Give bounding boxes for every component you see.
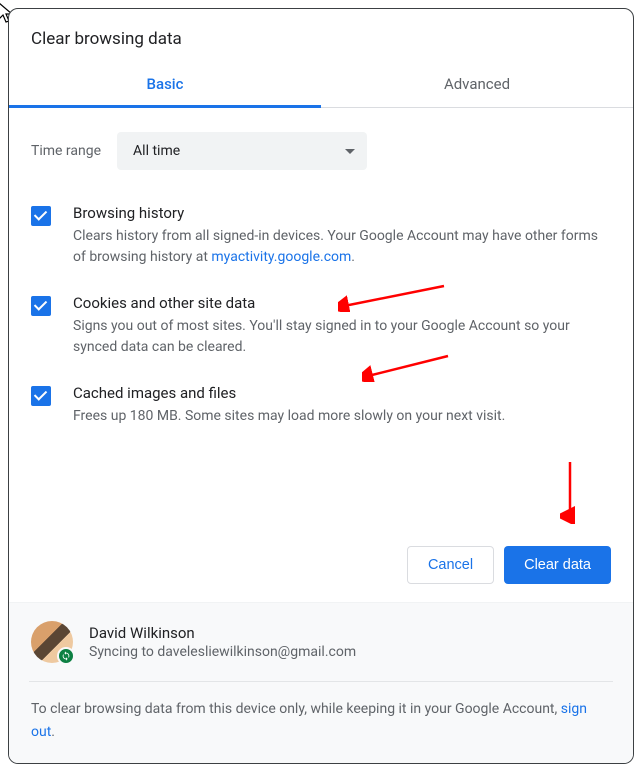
dialog-footer: David Wilkinson Syncing to davelesliewil… [9, 602, 633, 763]
time-range-value: All time [133, 143, 180, 159]
option-title: Browsing history [73, 204, 611, 222]
option-text: Cookies and other site data Signs you ou… [73, 294, 611, 358]
option-desc: Signs you out of most sites. You'll stay… [73, 316, 611, 358]
checkbox-cache[interactable] [31, 386, 51, 406]
footer-note-text: . [51, 724, 55, 740]
tab-strip: Basic Advanced [9, 63, 633, 108]
checkbox-cookies[interactable] [31, 296, 51, 316]
profile-section: David Wilkinson Syncing to davelesliewil… [29, 603, 613, 682]
checkbox-browsing-history[interactable] [31, 206, 51, 226]
profile-text: David Wilkinson Syncing to davelesliewil… [89, 624, 356, 660]
cancel-button[interactable]: Cancel [407, 546, 494, 584]
dialog-body: Time range All time Browsing history Cle… [9, 108, 633, 530]
sync-icon [57, 647, 75, 665]
footer-note-text: To clear browsing data from this device … [31, 701, 561, 717]
option-cache: Cached images and files Frees up 180 MB.… [31, 384, 611, 427]
time-range-row: Time range All time [31, 132, 611, 170]
tab-label: Advanced [444, 75, 510, 93]
tab-basic[interactable]: Basic [9, 63, 321, 107]
tab-advanced[interactable]: Advanced [321, 63, 633, 107]
chevron-down-icon [345, 149, 355, 154]
clear-data-button[interactable]: Clear data [504, 546, 611, 584]
dialog-title: Clear browsing data [9, 9, 633, 63]
option-cookies: Cookies and other site data Signs you ou… [31, 294, 611, 358]
time-range-label: Time range [31, 143, 101, 159]
option-title: Cached images and files [73, 384, 505, 402]
option-title: Cookies and other site data [73, 294, 611, 312]
myactivity-link[interactable]: myactivity.google.com [211, 249, 351, 265]
profile-sync-status: Syncing to davelesliewilkinson@gmail.com [89, 644, 356, 660]
clear-browsing-data-dialog: Clear browsing data Basic Advanced Time … [8, 8, 634, 764]
tab-label: Basic [147, 75, 184, 93]
time-range-select[interactable]: All time [117, 132, 367, 170]
profile-name: David Wilkinson [89, 624, 356, 642]
option-desc-text: . [351, 249, 355, 265]
button-row: Cancel Clear data [9, 530, 633, 602]
option-text: Browsing history Clears history from all… [73, 204, 611, 268]
avatar [31, 621, 73, 663]
option-desc: Frees up 180 MB. Some sites may load mor… [73, 406, 505, 427]
option-browsing-history: Browsing history Clears history from all… [31, 204, 611, 268]
option-desc: Clears history from all signed-in device… [73, 226, 611, 268]
option-text: Cached images and files Frees up 180 MB.… [73, 384, 505, 427]
footer-note: To clear browsing data from this device … [29, 682, 613, 763]
